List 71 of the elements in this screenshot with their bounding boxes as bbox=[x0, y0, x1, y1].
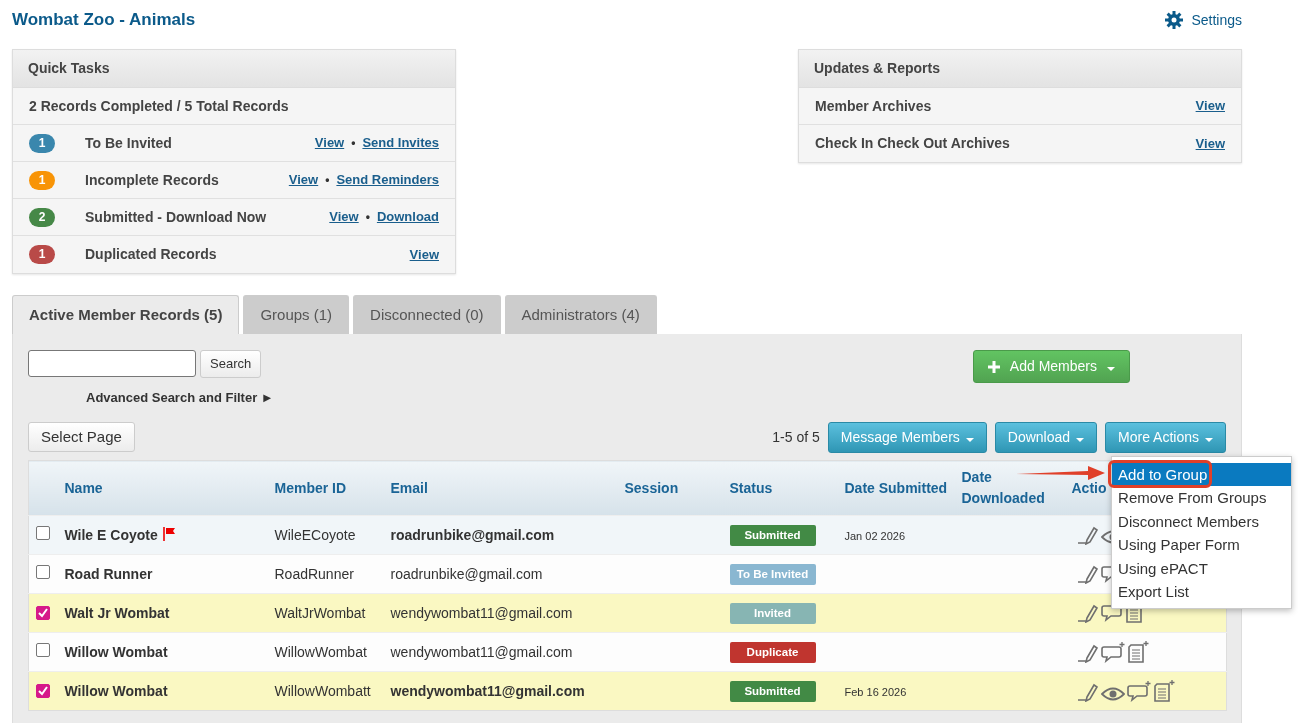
task-link[interactable]: Send Reminders bbox=[336, 170, 439, 190]
member-id: WillowWombatt bbox=[274, 682, 371, 699]
column-header: Email bbox=[390, 479, 428, 496]
member-id: WillowWombat bbox=[274, 643, 367, 660]
column-header: Date Submitted bbox=[844, 479, 948, 496]
task-link[interactable]: View bbox=[329, 207, 359, 227]
status-badge: Submitted bbox=[729, 524, 816, 547]
separator-dot: • bbox=[365, 209, 370, 226]
separator-dot: • bbox=[325, 172, 330, 189]
menu-item[interactable]: Using Paper Form bbox=[1112, 533, 1292, 557]
task-label: Submitted - Download Now bbox=[85, 207, 268, 227]
task-link[interactable]: Send Invites bbox=[362, 133, 439, 153]
member-id: RoadRunner bbox=[274, 565, 354, 582]
task-link[interactable]: View bbox=[314, 133, 345, 153]
member-name: Willow Wombat bbox=[64, 682, 168, 699]
status-badge: To Be Invited bbox=[729, 563, 816, 586]
menu-item[interactable]: Using ePACT bbox=[1112, 556, 1292, 580]
count-badge: 1 bbox=[29, 133, 55, 153]
column-header: Session bbox=[624, 479, 679, 496]
pager-text: 1-5 of 5 bbox=[772, 427, 820, 447]
date-text: Feb 16 2026 bbox=[844, 685, 907, 698]
status-badge: Invited bbox=[729, 602, 816, 625]
column-header: Name bbox=[64, 479, 103, 496]
report-label: Member Archives bbox=[815, 96, 933, 116]
member-name: Wile E Coyote bbox=[64, 526, 158, 543]
advanced-search-link[interactable]: Advanced Search and Filter ► bbox=[86, 387, 274, 407]
column-header: Member ID bbox=[274, 479, 347, 496]
select-page-button[interactable]: Select Page bbox=[28, 421, 135, 453]
settings-link[interactable]: Settings bbox=[1165, 9, 1242, 31]
task-link[interactable]: View bbox=[288, 170, 319, 190]
column-header: Date Downloaded bbox=[961, 469, 1045, 506]
task-label: Incomplete Records bbox=[85, 170, 220, 190]
count-badge: 1 bbox=[29, 245, 55, 264]
status-badge: Duplicate bbox=[729, 641, 816, 664]
separator-dot: • bbox=[351, 135, 356, 152]
task-label: Duplicated Records bbox=[85, 245, 218, 264]
email-text: wendywombat11@gmail.com bbox=[390, 604, 573, 621]
menu-item[interactable]: Add to Group bbox=[1112, 462, 1292, 486]
task-link[interactable]: View bbox=[409, 244, 439, 265]
email-text: wendywombat11@gmail.com bbox=[390, 682, 585, 699]
search-button[interactable]: Search bbox=[200, 350, 262, 378]
member-name: Willow Wombat bbox=[64, 643, 168, 660]
report-label: Check In Check Out Archives bbox=[815, 134, 1011, 153]
count-badge: 2 bbox=[29, 207, 55, 227]
menu-item[interactable]: Disconnect Members bbox=[1112, 509, 1292, 533]
records-summary: 2 Records Completed / 5 Total Records bbox=[13, 88, 455, 125]
member-name: Road Runner bbox=[64, 565, 153, 582]
member-id: WaltJrWombat bbox=[274, 604, 366, 621]
email-text: roadrunbike@gmail.com bbox=[390, 565, 543, 582]
task-label: To Be Invited bbox=[85, 133, 173, 153]
column-header: Status bbox=[729, 479, 773, 496]
tab[interactable]: Groups (1) bbox=[243, 295, 350, 334]
email-text: wendywombat11@gmail.com bbox=[390, 643, 573, 660]
menu-item[interactable]: Remove From Groups bbox=[1112, 486, 1292, 510]
column-header: Actio bbox=[1071, 479, 1107, 496]
task-link[interactable]: Download bbox=[376, 207, 439, 227]
email-text: roadrunbike@gmail.com bbox=[390, 526, 555, 543]
tab[interactable]: Disconnected (0) bbox=[353, 295, 501, 334]
count-badge: 1 bbox=[29, 170, 55, 190]
report-link[interactable]: View bbox=[1195, 133, 1225, 154]
status-badge: Submitted bbox=[729, 680, 816, 703]
panel-title: Quick Tasks bbox=[13, 50, 455, 88]
member-name: Walt Jr Wombat bbox=[64, 604, 170, 621]
page-title: Wombat Zoo - Animals bbox=[12, 9, 196, 31]
date-text: Jan 02 2026 bbox=[844, 529, 906, 542]
tab[interactable]: Active Member Records (5) bbox=[12, 295, 240, 334]
member-id: WileECoyote bbox=[274, 526, 356, 543]
report-link[interactable]: View bbox=[1195, 96, 1225, 116]
tab[interactable]: Administrators (4) bbox=[504, 295, 657, 334]
menu-item[interactable]: Export List bbox=[1112, 580, 1292, 604]
panel-title: Updates & Reports bbox=[799, 50, 1241, 88]
